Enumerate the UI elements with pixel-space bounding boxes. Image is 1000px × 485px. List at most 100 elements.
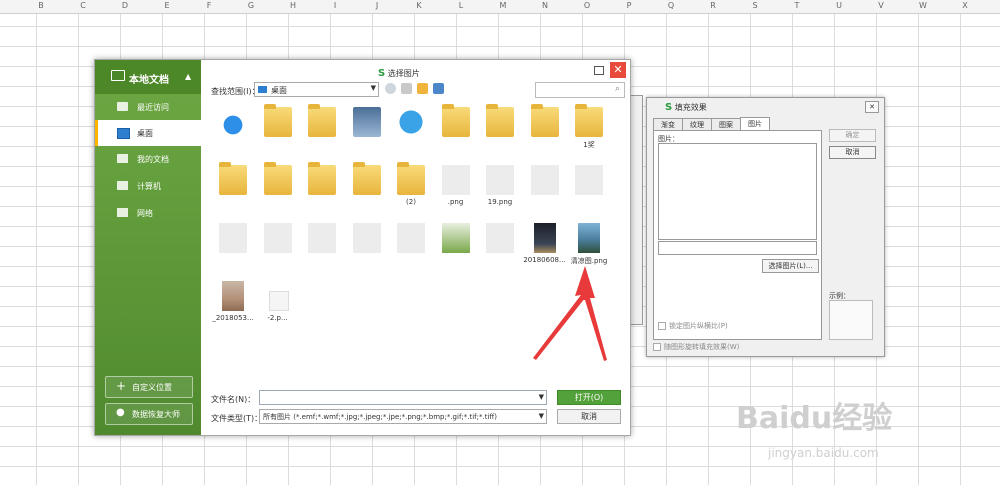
file-item[interactable] (347, 107, 387, 159)
filename-label: 文件名(N)： (211, 395, 256, 404)
folder-tab (219, 162, 231, 167)
file-item[interactable] (525, 104, 565, 159)
selection-indicator (95, 120, 98, 146)
column-header[interactable]: J (356, 1, 398, 10)
column-header[interactable]: U (818, 1, 860, 10)
file-item[interactable] (302, 223, 342, 275)
folder-icon (308, 104, 336, 137)
column-header[interactable]: V (860, 1, 902, 10)
fill-dialog-close-button[interactable]: ✕ (865, 101, 879, 113)
search-input[interactable]: ⌕ (535, 82, 625, 98)
file-item[interactable] (258, 162, 298, 217)
close-button[interactable]: ✕ (610, 62, 626, 78)
column-header[interactable]: P (608, 1, 650, 10)
new-folder-icon[interactable] (417, 83, 428, 94)
file-item[interactable] (213, 162, 253, 217)
sidebar-item-desktop[interactable]: 桌面 (95, 120, 201, 146)
file-item[interactable] (391, 107, 431, 159)
blur-icon (441, 165, 470, 195)
folder-tab (263, 104, 276, 109)
file-item[interactable] (525, 165, 565, 217)
folder-icon (575, 104, 603, 137)
column-header[interactable]: Q (650, 1, 692, 10)
image-thumbnail (441, 223, 470, 253)
column-header[interactable]: T (776, 1, 818, 10)
look-in-label: 查找范围(I)： (211, 87, 260, 96)
back-icon[interactable] (385, 83, 396, 94)
file-item[interactable]: (2) (391, 162, 431, 217)
column-header[interactable]: S (734, 1, 776, 10)
folder-tab (397, 162, 409, 167)
column-header[interactable]: B (20, 1, 62, 10)
view-menu-icon[interactable] (433, 83, 444, 94)
file-item[interactable] (213, 107, 253, 159)
file-item[interactable]: _2018053... (212, 281, 254, 333)
picture-preview (658, 143, 817, 240)
plus-icon: + (116, 379, 127, 393)
sidebar-item-recent[interactable]: 最近访问 (95, 94, 201, 120)
column-header[interactable]: K (398, 1, 440, 10)
column-header[interactable]: G (230, 1, 272, 10)
custom-location-button[interactable]: + 自定义位置 (105, 376, 193, 398)
column-header[interactable]: I (314, 1, 356, 10)
sidebar-item-network[interactable]: 网络 (95, 200, 201, 226)
file-item[interactable] (347, 162, 387, 217)
data-recovery-button[interactable]: ● 数据恢复大师 (105, 403, 193, 425)
open-button[interactable]: 打开(O) (557, 390, 621, 405)
select-picture-button[interactable]: 选择图片(L)... (762, 259, 819, 273)
blur-icon (486, 223, 514, 253)
dialog-title: S 选择图片 (378, 68, 420, 79)
rotate-with-shape-checkbox[interactable]: 随图形旋转填充效果(W) (653, 342, 739, 352)
file-item[interactable] (213, 223, 253, 275)
desktop-icon (258, 86, 267, 93)
column-header[interactable]: F (188, 1, 230, 10)
sidebar-item-documents[interactable]: 我的文档 (95, 146, 201, 172)
file-item[interactable] (258, 223, 298, 275)
column-header[interactable]: C (62, 1, 104, 10)
column-header[interactable]: O (566, 1, 608, 10)
file-item[interactable] (258, 104, 298, 159)
file-item[interactable] (347, 223, 387, 275)
fill-ok-button[interactable]: 确定 (829, 129, 876, 142)
column-header[interactable]: E (146, 1, 188, 10)
folder-icon (263, 162, 292, 195)
filetype-dropdown[interactable]: 所有图片 (*.emf;*.wmf;*.jpg;*.jpeg;*.jpe;*.p… (259, 409, 547, 424)
filetype-label: 文件类型(T)： (211, 414, 263, 423)
column-header[interactable]: H (272, 1, 314, 10)
file-item[interactable]: 19.png (480, 165, 520, 217)
fill-cancel-button[interactable]: 取消 (829, 146, 876, 159)
computer-icon (352, 107, 381, 137)
tab-picture[interactable]: 图片 (740, 117, 770, 131)
sidebar-item-computer[interactable]: 计算机 (95, 173, 201, 199)
column-header[interactable]: D (104, 1, 146, 10)
file-item[interactable] (480, 223, 520, 275)
file-item[interactable] (302, 162, 342, 217)
file-item[interactable]: 1奖 (569, 104, 609, 159)
file-item[interactable] (302, 104, 342, 159)
column-header[interactable]: N (524, 1, 566, 10)
sidebar-header[interactable]: 本地文档 ▲ (95, 60, 201, 94)
sidebar: 本地文档 ▲ 最近访问 桌面 我的文档 计算机 网络 + 自定义位置 ● 数据恢… (95, 60, 201, 435)
look-in-dropdown[interactable]: 桌面 ▼ (254, 82, 379, 97)
up-folder-icon[interactable] (401, 83, 412, 94)
maximize-button[interactable] (591, 63, 607, 78)
file-item[interactable] (436, 104, 476, 159)
filename-input[interactable]: ▼ (259, 390, 547, 405)
column-header[interactable]: X (944, 1, 986, 10)
column-header[interactable]: M (482, 1, 524, 10)
column-header[interactable]: W (902, 1, 944, 10)
search-icon: ⌕ (614, 84, 620, 94)
file-item[interactable] (480, 104, 520, 159)
network-icon (117, 208, 128, 217)
column-header-bar: BCDEFGHIJKLMNOPQRSTUVWX (0, 0, 1000, 14)
blur-icon (575, 165, 603, 195)
file-item[interactable]: -2.p... (258, 281, 298, 333)
column-header[interactable]: L (440, 1, 482, 10)
lock-ratio-checkbox[interactable]: 锁定图片纵横比(P) (658, 321, 728, 331)
file-item[interactable] (391, 223, 431, 275)
file-item[interactable] (569, 165, 609, 217)
column-header[interactable]: R (692, 1, 734, 10)
file-item[interactable]: .png (436, 165, 476, 217)
cancel-button[interactable]: 取消 (557, 409, 621, 424)
file-item[interactable] (436, 223, 476, 275)
